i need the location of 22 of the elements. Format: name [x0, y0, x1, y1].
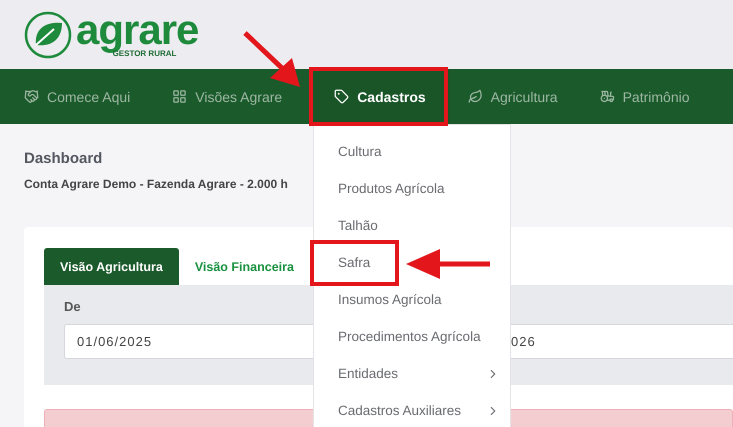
leaf-icon: [468, 89, 483, 104]
nav-menu-item[interactable]: Comece Aqui: [10, 69, 144, 124]
grid-icon: [172, 89, 188, 104]
tractor-icon: [600, 89, 615, 104]
field-label: De: [64, 299, 81, 314]
tab[interactable]: Visão Agricultura: [44, 248, 179, 285]
leaf-logo-icon: [24, 10, 72, 58]
page-title: Dashboard: [24, 150, 102, 167]
dropdown-item[interactable]: Safra: [314, 244, 510, 281]
dropdown-item[interactable]: Talhão: [314, 207, 510, 244]
dropdown-item[interactable]: Produtos Agrícola: [314, 170, 510, 207]
arrow-icon: [406, 249, 490, 279]
dropdown-item[interactable]: Insumos Agrícola: [314, 281, 510, 318]
nav-menu-item[interactable]: Visões Agrare: [158, 69, 296, 124]
nav-menu-item[interactable]: Patrimônio: [586, 69, 704, 124]
dropdown-item[interactable]: Cadastros Auxiliares: [314, 392, 510, 427]
handshake-icon: [24, 89, 39, 104]
dropdown-item[interactable]: Cultura: [314, 133, 510, 170]
nav-menu-item[interactable]: Agricultura: [454, 69, 572, 124]
tab[interactable]: Visão Financeira: [178, 248, 310, 285]
tag-icon: [334, 89, 350, 104]
page-subtitle: Conta Agrare Demo - Fazenda Agrare - 2.000 h: [24, 177, 288, 191]
